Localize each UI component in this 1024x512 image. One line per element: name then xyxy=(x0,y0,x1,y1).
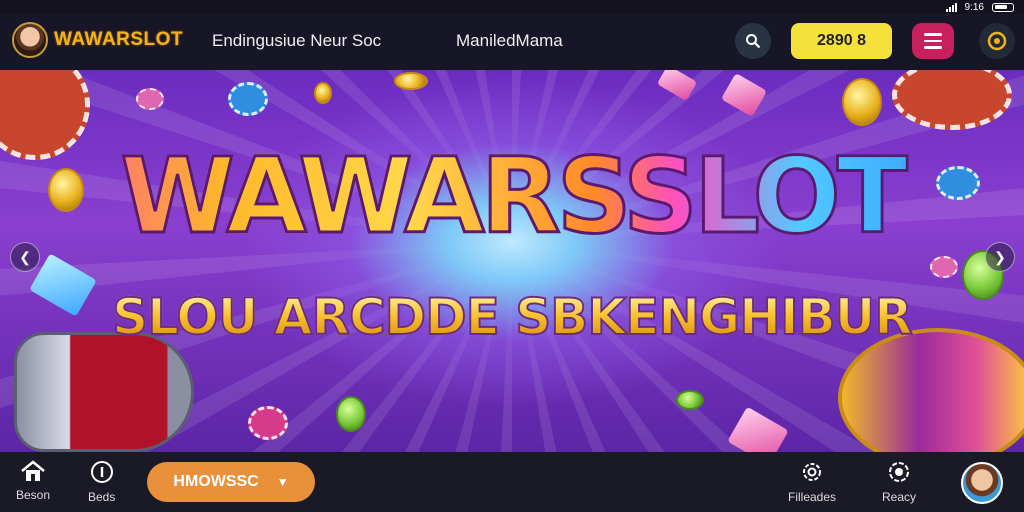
banner-headline: WAWARSSLOT xyxy=(0,143,1024,250)
poker-chip-graphic xyxy=(228,82,268,116)
gear-icon xyxy=(803,463,822,481)
nav-item-home[interactable]: Beson xyxy=(16,460,50,502)
nav-item-ready[interactable]: Reacy xyxy=(882,460,916,504)
gem-graphic xyxy=(656,70,698,102)
search-icon xyxy=(746,34,761,49)
settings-icon xyxy=(889,462,909,482)
slot-reel-graphic xyxy=(14,332,194,452)
logo-avatar[interactable] xyxy=(12,22,48,58)
signal-icon xyxy=(945,2,957,12)
nav-link-1[interactable]: Endingusiue Neur Soc xyxy=(212,31,381,51)
game-select-dropdown[interactable]: HMOWSSC ▼ xyxy=(147,462,315,502)
dropdown-label: HMOWSSC xyxy=(173,473,259,490)
poker-chip-graphic xyxy=(136,88,164,110)
status-time: 9:16 xyxy=(964,1,984,13)
logo-text[interactable]: WAWARSLOT xyxy=(54,29,183,51)
gem-graphic xyxy=(720,73,768,117)
gem-graphic xyxy=(727,406,789,452)
gold-coin-graphic xyxy=(842,78,882,126)
nav-item-label: Beds xyxy=(88,490,116,504)
nav-item-features[interactable]: Filleades xyxy=(788,460,836,504)
promo-banner[interactable]: WAWARSSLOT SLOU ARCDDE SBKENGHIBUR ❮ ❯ xyxy=(0,70,1024,452)
menu-button[interactable] xyxy=(912,23,954,59)
nav-item-label: Filleades xyxy=(788,490,837,504)
chevron-left-icon: ❮ xyxy=(19,248,31,265)
gold-coin-graphic xyxy=(336,396,366,432)
nav-link-2[interactable]: ManiledMama xyxy=(456,31,563,51)
bottom-nav: Beson Beds HMOWSSC ▼ Filleades Reacy xyxy=(0,452,1024,512)
balance-button[interactable]: 2890 8 xyxy=(791,23,892,59)
top-bar: WAWARSLOT Endingusiue Neur Soc ManiledMa… xyxy=(0,14,1024,70)
carousel-prev-button[interactable]: ❮ xyxy=(10,242,40,272)
avatar[interactable] xyxy=(961,462,1003,504)
poker-chip-graphic xyxy=(892,70,1012,130)
nav-item-info[interactable]: Beds xyxy=(88,460,115,504)
poker-chip-graphic xyxy=(248,406,288,440)
chevron-right-icon: ❯ xyxy=(994,248,1006,265)
info-icon xyxy=(90,461,113,483)
home-icon xyxy=(21,460,45,481)
nav-item-label: Reacy xyxy=(882,490,917,504)
banner-subline: SLOU ARCDDE SBKENGHIBUR xyxy=(0,291,1024,343)
poker-chip-graphic xyxy=(930,256,958,278)
status-bar: 9:16 xyxy=(945,0,1014,14)
gold-coin-graphic xyxy=(314,82,332,104)
coin-icon xyxy=(987,31,1007,51)
gold-coin-graphic xyxy=(676,390,704,410)
carousel-next-button[interactable]: ❯ xyxy=(985,242,1015,272)
nav-item-label: Beson xyxy=(16,488,51,502)
chevron-down-icon: ▼ xyxy=(276,475,289,489)
battery-icon xyxy=(992,2,1014,12)
search-button[interactable] xyxy=(735,23,771,59)
gold-coin-graphic xyxy=(394,72,428,90)
slot-reel-graphic xyxy=(838,328,1024,452)
coin-button[interactable] xyxy=(979,23,1015,59)
